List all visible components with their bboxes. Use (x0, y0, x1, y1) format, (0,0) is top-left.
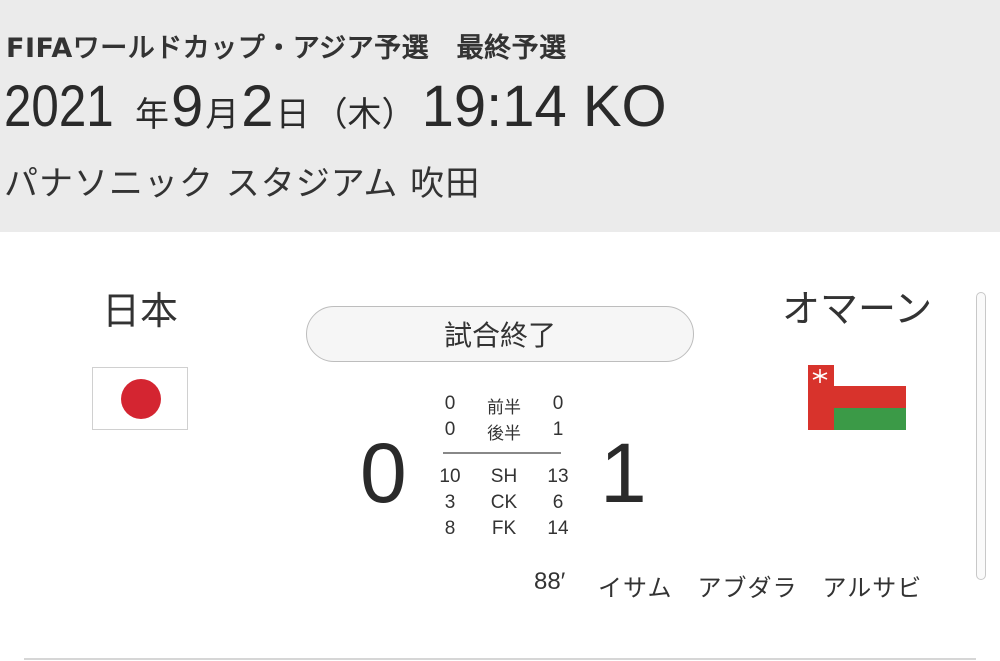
corners-home: 3 (444, 492, 456, 513)
first-half-label: 前半 (487, 398, 521, 418)
date-year: 2021 (4, 74, 114, 139)
shots-away: 13 (547, 466, 569, 487)
away-team-name[interactable]: オマーン (782, 278, 932, 333)
goal-scorer[interactable]: イサム アブダラ アルサビ (598, 568, 922, 603)
vertical-scrollbar[interactable] (976, 292, 986, 580)
away-score: 1 (600, 426, 647, 520)
freekicks-label: FK (491, 518, 517, 539)
goal-minute: 88′ (534, 568, 566, 595)
home-team-name[interactable]: 日本 (102, 280, 178, 335)
corners-label: CK (490, 492, 518, 513)
first-half-home: 0 (444, 393, 456, 414)
freekicks-home: 8 (444, 518, 456, 539)
stat-row-corners: 3 CK 6 (430, 492, 578, 514)
match-datetime: 2021 年 9 月 2 日 （木） 19:14 KO (4, 78, 667, 136)
date-month-unit: 月 (205, 95, 240, 135)
second-half-away: 1 (552, 419, 564, 440)
date-month: 9 (171, 74, 204, 139)
freekicks-away: 14 (547, 518, 569, 539)
date-day-unit: 日 (275, 95, 310, 135)
match-header: FIFAワールドカップ・アジア予選 最終予選 2021 年 9 月 2 日 （木… (0, 0, 1000, 232)
home-score: 0 (360, 426, 407, 520)
stats-divider (443, 452, 561, 454)
venue-name: パナソニック スタジアム 吹田 (4, 164, 481, 204)
oman-flag-icon[interactable] (808, 365, 906, 430)
second-half-label: 後半 (487, 424, 521, 444)
date-weekday: （木） (313, 95, 416, 135)
shots-home: 10 (439, 466, 461, 487)
stat-row-shots: 10 SH 13 (430, 466, 578, 488)
corners-away: 6 (552, 492, 564, 513)
competition-title: FIFAワールドカップ・アジア予選 最終予選 (6, 33, 567, 64)
date-year-unit: 年 (135, 95, 170, 135)
section-divider (24, 658, 976, 660)
half-score-row-first: 0 前半 0 (430, 393, 578, 418)
first-half-away: 0 (552, 393, 564, 414)
japan-flag-sun (121, 379, 161, 419)
second-half-home: 0 (444, 419, 456, 440)
match-status-badge: 試合終了 (306, 306, 694, 362)
half-score-row-second: 0 後半 1 (430, 419, 578, 444)
date-day: 2 (241, 74, 274, 139)
shots-label: SH (490, 466, 518, 487)
match-status-label: 試合終了 (443, 319, 556, 352)
kickoff-time: 19:14 KO (421, 74, 667, 139)
japan-flag-icon[interactable] (92, 367, 188, 430)
stat-row-freekicks: 8 FK 14 (430, 518, 578, 540)
